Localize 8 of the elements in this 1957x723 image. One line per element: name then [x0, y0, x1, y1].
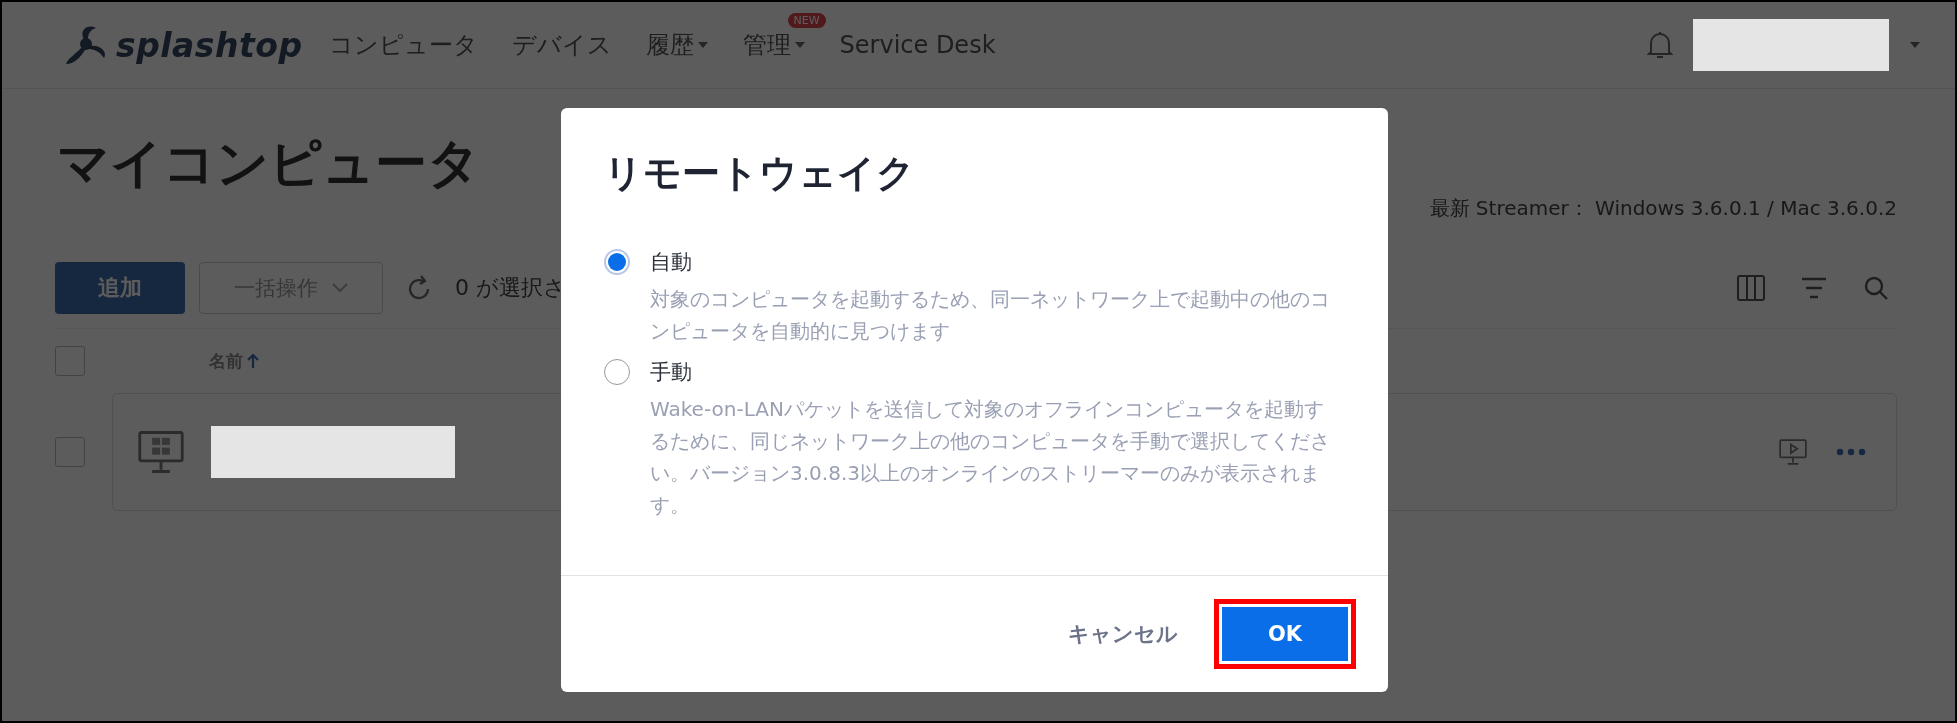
page-title: マイコンピュータ	[57, 132, 480, 195]
option-description: Wake-on-LANパケットを送信して対象のオフラインコンピュータを起動するために、同じネットワーク上の他のコンピュータを手動で選択してください。バージョン3.0.8.3以上のオンラインのストリーマーのみが表示されます。	[650, 396, 1331, 519]
dialog-title: リモートウェイク	[604, 150, 916, 197]
option-description: 対象のコンピュータを起動するため、同一ネットワーク上で起動中の他のコンピュータを自動的に見つけます	[650, 286, 1331, 345]
logo-text: splashtop	[116, 25, 303, 65]
selection-count-text: 0 が選択さ	[455, 274, 566, 302]
streamer-version-text: 最新 Streamer： Windows 3.6.0.1 / Mac 3.6.0.2	[1429, 195, 1897, 222]
new-badge: NEW	[787, 13, 826, 28]
